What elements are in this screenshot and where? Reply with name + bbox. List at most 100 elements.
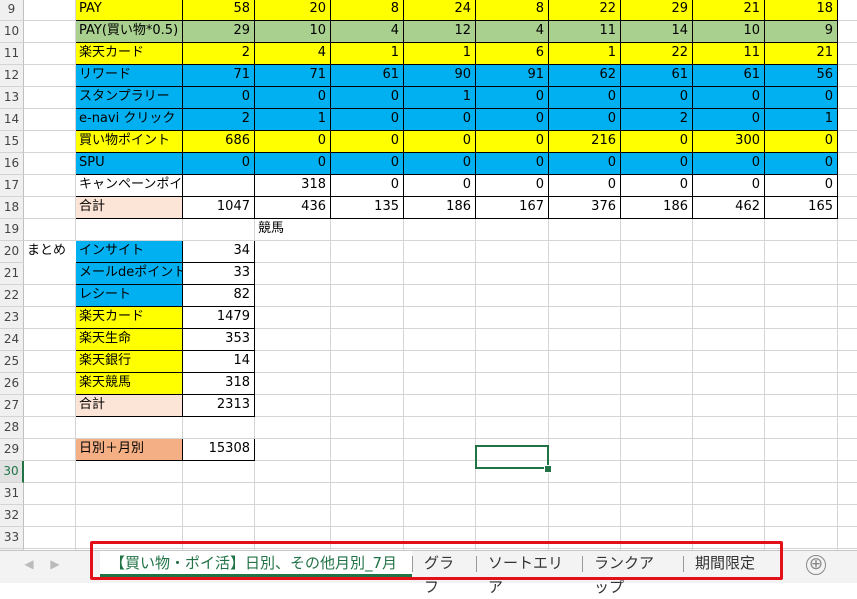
next-sheet-icon[interactable]: ▶ (48, 555, 62, 573)
row-header-10[interactable]: 10 (0, 21, 24, 43)
table-cell[interactable]: 0 (549, 175, 621, 197)
row-header-26[interactable]: 26 (0, 373, 24, 395)
table-cell[interactable]: 0 (476, 87, 549, 109)
table-cell[interactable]: 1 (549, 43, 621, 65)
table-cell[interactable]: 0 (476, 175, 549, 197)
table-cell[interactable]: 0 (476, 153, 549, 175)
table-cell[interactable]: 0 (404, 175, 476, 197)
table-cell[interactable]: 29 (183, 21, 255, 43)
table-cell[interactable]: 0 (331, 131, 404, 153)
table-cell[interactable]: 0 (621, 153, 693, 175)
table-cell[interactable]: 0 (404, 109, 476, 131)
table-cell[interactable]: 1 (331, 43, 404, 65)
row-header-22[interactable]: 22 (0, 285, 24, 307)
table-cell[interactable]: 6 (476, 43, 549, 65)
row-header-30[interactable]: 30 (0, 461, 24, 483)
table-cell[interactable]: 4 (476, 21, 549, 43)
table-cell[interactable]: 71 (255, 65, 331, 87)
table-cell[interactable]: 462 (693, 197, 765, 219)
table-cell[interactable]: 167 (476, 197, 549, 219)
summary-label[interactable]: インサイト (76, 241, 183, 263)
grand-total-value[interactable]: 15308 (183, 439, 255, 461)
row-header-12[interactable]: 12 (0, 65, 24, 87)
table-cell[interactable]: 8 (476, 0, 549, 21)
table-cell[interactable]: 1047 (183, 197, 255, 219)
table-cell[interactable]: 1 (404, 43, 476, 65)
table-row-label[interactable]: PAY (76, 0, 183, 21)
table-cell[interactable]: 0 (621, 175, 693, 197)
table-cell[interactable]: 22 (621, 43, 693, 65)
table-cell[interactable]: 14 (621, 21, 693, 43)
table-cell[interactable]: 0 (549, 87, 621, 109)
summary-label[interactable]: レシート (76, 285, 183, 307)
row-header-24[interactable]: 24 (0, 329, 24, 351)
row-header-17[interactable]: 17 (0, 175, 24, 197)
table-cell[interactable]: 216 (549, 131, 621, 153)
table-cell[interactable]: 0 (183, 87, 255, 109)
row-header-29[interactable]: 29 (0, 439, 24, 461)
row-header-9[interactable]: 9 (0, 0, 24, 21)
table-cell[interactable]: 62 (549, 65, 621, 87)
table-cell[interactable]: 4 (255, 43, 331, 65)
table-cell[interactable]: 21 (693, 0, 765, 21)
table-cell[interactable]: 0 (331, 153, 404, 175)
table-cell[interactable]: 9 (765, 21, 838, 43)
table-row-label[interactable]: リワード (76, 65, 183, 87)
table-cell[interactable]: 22 (549, 0, 621, 21)
table-cell[interactable]: 8 (331, 0, 404, 21)
table-cell[interactable]: 300 (693, 131, 765, 153)
row-header-13[interactable]: 13 (0, 87, 24, 109)
row-header-18[interactable]: 18 (0, 197, 24, 219)
table-cell[interactable]: 186 (404, 197, 476, 219)
table-cell[interactable]: 2 (183, 109, 255, 131)
table-cell[interactable]: 90 (404, 65, 476, 87)
table-cell[interactable]: 29 (621, 0, 693, 21)
summary-value[interactable]: 318 (183, 373, 255, 395)
summary-value[interactable]: 34 (183, 241, 255, 263)
table-cell[interactable]: 0 (549, 153, 621, 175)
table-cell[interactable]: 56 (765, 65, 838, 87)
row-header-19[interactable]: 19 (0, 219, 24, 241)
row-header-33[interactable]: 33 (0, 527, 24, 549)
table-cell[interactable]: 376 (549, 197, 621, 219)
table-cell[interactable]: 2 (183, 43, 255, 65)
summary-label[interactable]: 楽天競馬 (76, 373, 183, 395)
selected-cell[interactable] (475, 445, 549, 469)
table-cell[interactable]: 1 (765, 109, 838, 131)
table-cell[interactable]: 0 (331, 109, 404, 131)
table-row-label[interactable]: PAY(買い物*0.5) (76, 21, 183, 43)
prev-sheet-icon[interactable]: ◀ (22, 555, 36, 573)
table-cell[interactable]: 318 (255, 175, 331, 197)
row-header-25[interactable]: 25 (0, 351, 24, 373)
row-header-16[interactable]: 16 (0, 153, 24, 175)
table-cell[interactable]: 61 (621, 65, 693, 87)
table-cell[interactable]: 11 (549, 21, 621, 43)
grand-total-label[interactable]: 日別＋月別 (76, 439, 183, 461)
table-cell[interactable]: 2 (621, 109, 693, 131)
table-cell[interactable]: 165 (765, 197, 838, 219)
table-cell[interactable]: 24 (404, 0, 476, 21)
table-cell[interactable]: 1 (255, 109, 331, 131)
table-cell[interactable]: 436 (255, 197, 331, 219)
table-cell[interactable]: 0 (476, 109, 549, 131)
summary-label[interactable]: 楽天銀行 (76, 351, 183, 373)
summary-label[interactable]: 楽天カード (76, 307, 183, 329)
table-cell[interactable]: 0 (331, 175, 404, 197)
summary-value[interactable]: 1479 (183, 307, 255, 329)
table-cell[interactable]: 11 (693, 43, 765, 65)
row-header-32[interactable]: 32 (0, 505, 24, 527)
add-sheet-icon[interactable]: ⊕ (806, 555, 826, 575)
table-cell[interactable]: 186 (621, 197, 693, 219)
row-header-11[interactable]: 11 (0, 43, 24, 65)
table-cell[interactable]: 0 (621, 87, 693, 109)
table-row-label[interactable]: e-navi クリック (76, 109, 183, 131)
table-cell[interactable]: 0 (693, 153, 765, 175)
row-header-23[interactable]: 23 (0, 307, 24, 329)
table-cell[interactable]: 0 (765, 175, 838, 197)
table-cell[interactable]: 91 (476, 65, 549, 87)
table-row-label[interactable]: スタンプラリー (76, 87, 183, 109)
worksheet-grid[interactable]: 9 10 11 12 13 14 15 16 17 18 19 20 21 22 23 24 25 26 27 28 2… (0, 0, 857, 550)
table-cell[interactable]: 58 (183, 0, 255, 21)
table-row-label[interactable]: キャンペーンポイ (76, 175, 183, 197)
table-cell[interactable]: 20 (255, 0, 331, 21)
